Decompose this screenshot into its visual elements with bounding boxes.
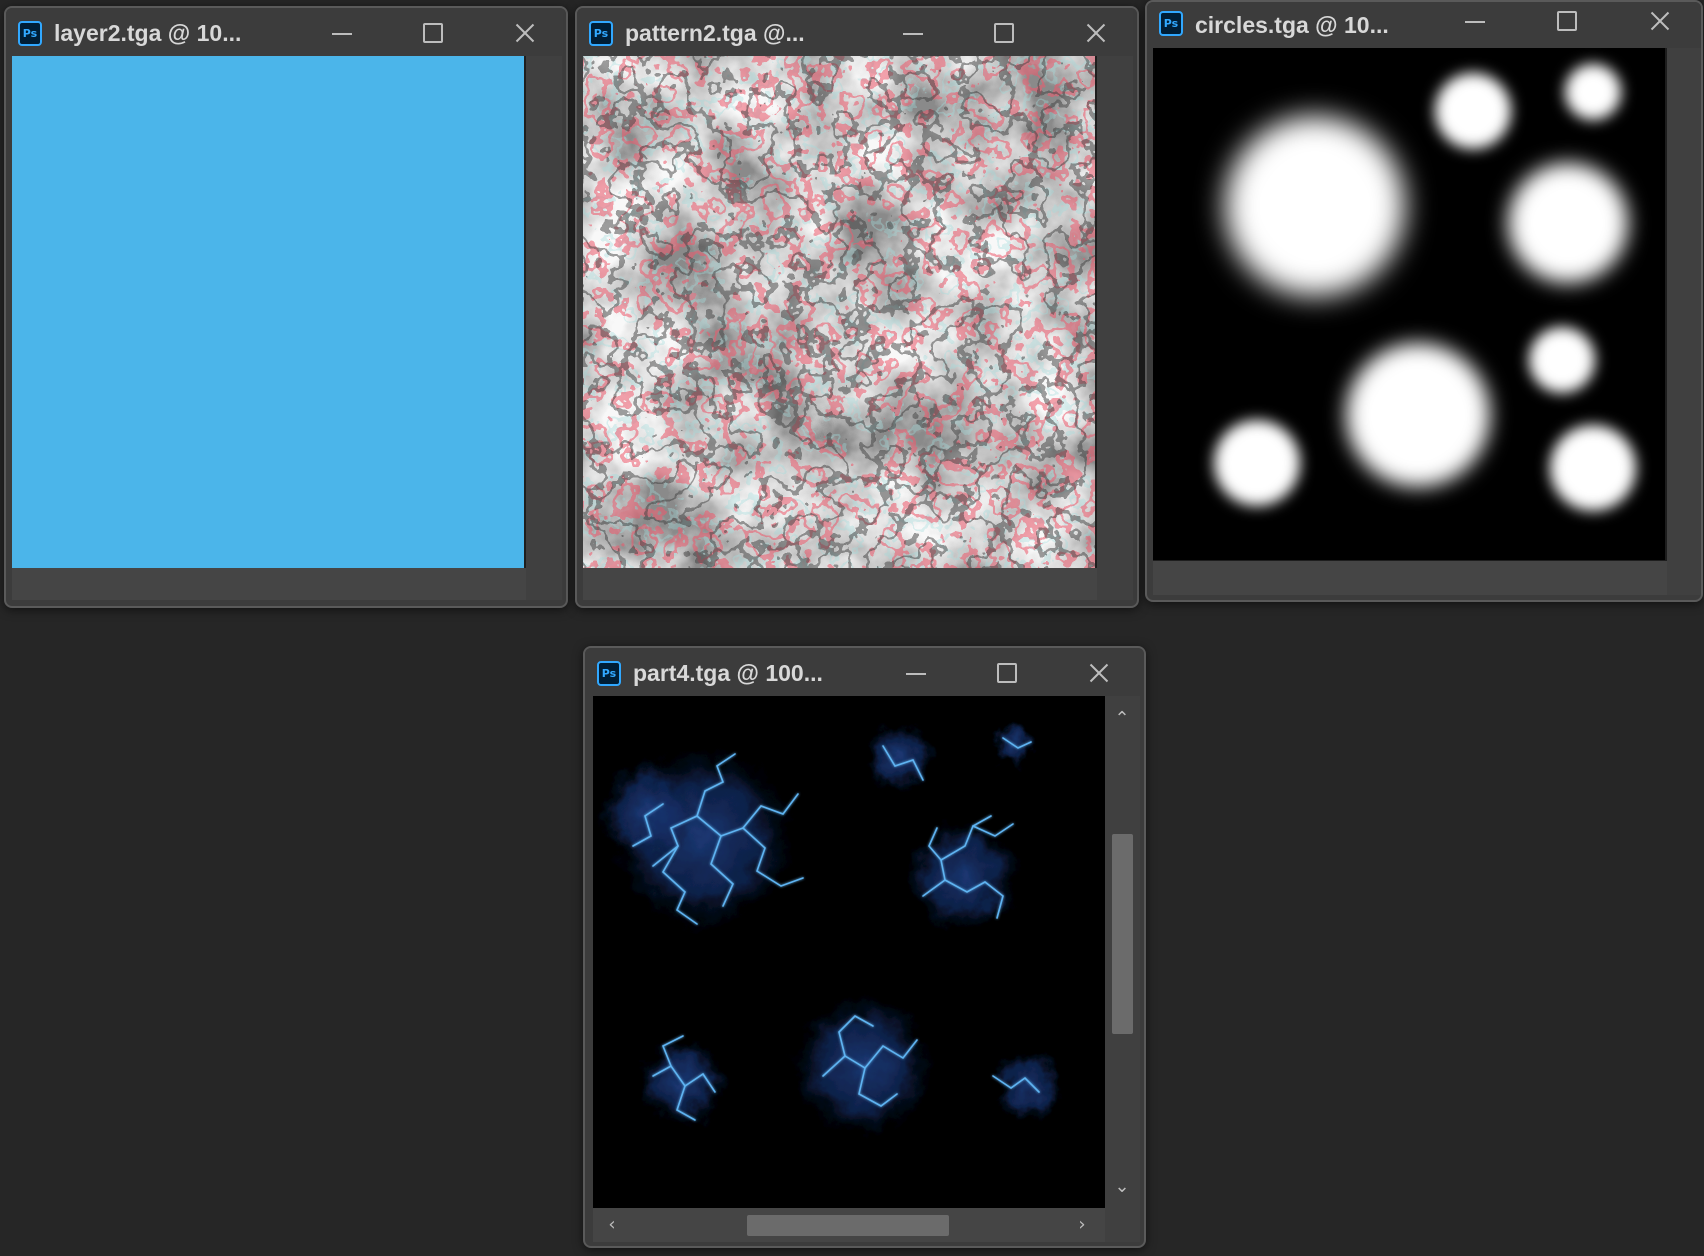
maximize-button[interactable] [410,14,454,50]
vertical-scrollbar[interactable] [526,56,562,568]
scrollbar-corner [1105,1208,1140,1242]
minimize-button[interactable] [1453,2,1497,38]
close-button[interactable] [502,14,546,50]
maximize-button[interactable] [984,654,1028,690]
vertical-scrollbar[interactable]: ⌃ ⌄ [1105,696,1140,1208]
canvas-viewport[interactable] [593,696,1105,1208]
canvas-viewport[interactable] [1153,48,1667,561]
vertical-scrollbar[interactable] [1667,48,1701,561]
photoshop-icon: Ps [597,661,621,686]
scrollbar-corner [1667,561,1701,595]
minimize-button[interactable] [320,14,364,50]
photoshop-icon: Ps [1159,11,1183,36]
title-bar[interactable]: Ps circles.tga @ 10... [1147,2,1701,48]
circle-small [1550,425,1636,511]
image-canvas-circles [1153,48,1665,560]
window-title: circles.tga @ 10... [1195,12,1389,38]
maximize-button[interactable] [1544,2,1588,38]
document-window-circles[interactable]: Ps circles.tga @ 10... [1145,0,1703,602]
circle-large [1225,116,1405,296]
canvas-viewport[interactable] [583,56,1097,568]
title-bar[interactable]: Ps part4.tga @ 100... [585,648,1144,696]
circle-small [1529,327,1595,393]
scroll-right-arrow[interactable]: › [1073,1216,1091,1234]
minimize-button[interactable] [891,14,935,50]
scrollbar-corner [526,568,562,600]
window-title: pattern2.tga @... [625,20,805,46]
canvas-viewport[interactable] [12,56,526,568]
scroll-up-arrow[interactable]: ⌃ [1113,710,1131,728]
vertical-scroll-thumb[interactable] [1112,834,1133,1034]
photoshop-icon: Ps [589,21,613,46]
circle-small [1565,64,1621,120]
circle-medium [1346,343,1490,487]
window-title: layer2.tga @ 10... [54,20,242,46]
scrollbar-corner [1097,568,1133,600]
document-window-layer2[interactable]: Ps layer2.tga @ 10... [4,6,568,608]
close-button[interactable] [1073,14,1117,50]
maximize-button[interactable] [981,14,1025,50]
title-bar[interactable]: Ps layer2.tga @ 10... [6,8,566,56]
desktop: Ps layer2.tga @ 10... Ps pattern2.tga @.… [0,0,1704,1256]
circle-small [1435,73,1511,149]
document-window-pattern2[interactable]: Ps pattern2.tga @... [575,6,1139,608]
scroll-left-arrow[interactable]: ‹ [603,1216,621,1234]
scroll-down-arrow[interactable]: ⌄ [1113,1178,1131,1196]
image-canvas-solid-blue [12,56,524,568]
title-bar[interactable]: Ps pattern2.tga @... [577,8,1137,56]
horizontal-scrollbar[interactable] [583,568,1097,600]
circle-small [1214,420,1300,506]
horizontal-scrollbar[interactable]: ‹ › [593,1208,1105,1242]
image-canvas-electric-nebula [593,696,1105,1208]
document-window-part4[interactable]: Ps part4.tga @ 100... ⌃ ⌄ ‹ › [583,646,1146,1248]
photoshop-icon: Ps [18,21,42,46]
close-button[interactable] [1637,2,1681,38]
image-canvas-cloud-texture [583,56,1095,568]
minimize-button[interactable] [894,654,938,690]
circle-medium [1508,163,1628,283]
vertical-scrollbar[interactable] [1097,56,1133,568]
close-button[interactable] [1076,654,1120,690]
horizontal-scrollbar[interactable] [12,568,526,600]
horizontal-scroll-thumb[interactable] [747,1215,949,1236]
horizontal-scrollbar[interactable] [1153,561,1667,595]
window-title: part4.tga @ 100... [633,660,823,686]
